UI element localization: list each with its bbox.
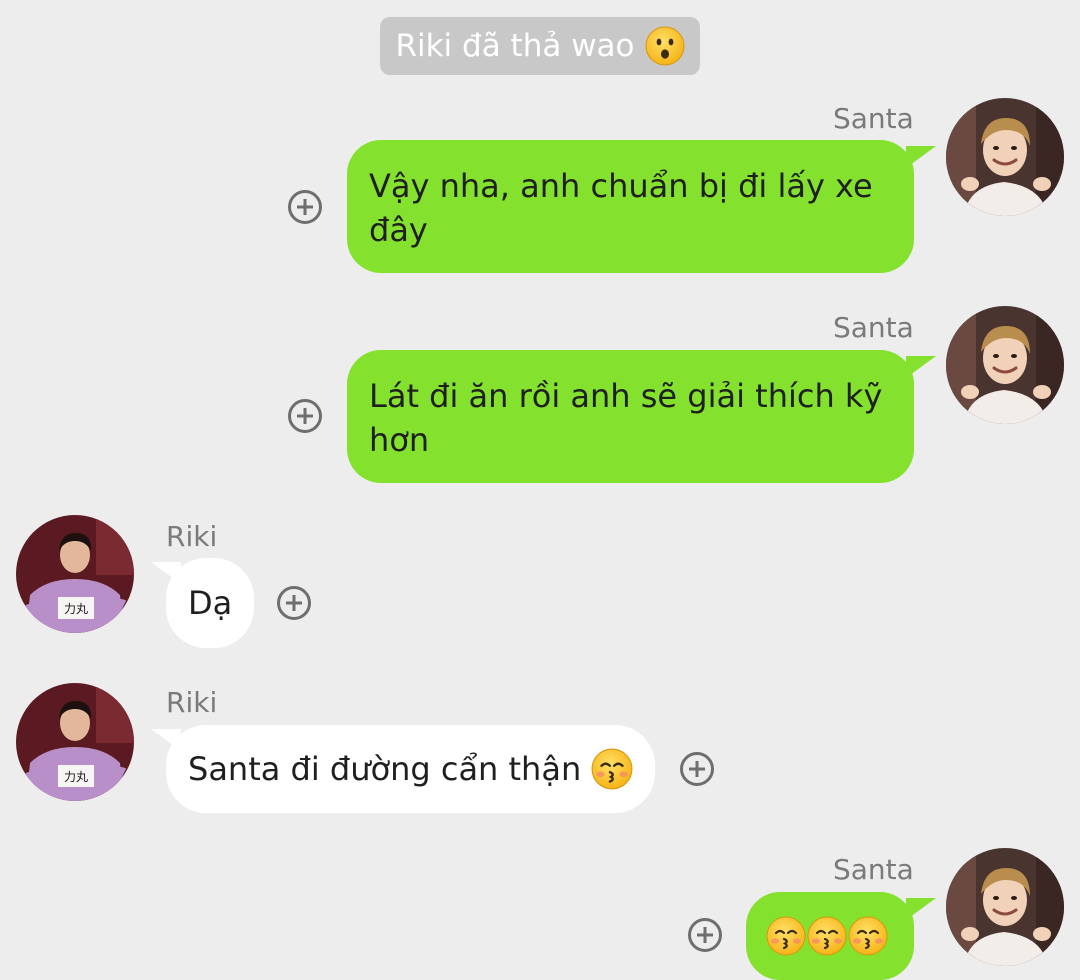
santa-avatar[interactable] <box>946 848 1064 966</box>
kissing-face-emoji-icon <box>766 916 806 956</box>
hushed-face-emoji-icon <box>645 26 685 66</box>
message-text: Dạ <box>188 584 233 622</box>
add-reaction-icon[interactable] <box>688 918 722 952</box>
kissing-face-emoji-icon <box>807 916 847 956</box>
bubble-tail <box>151 729 181 751</box>
sender-name: Riki <box>166 686 218 719</box>
bubble-tail <box>906 146 936 168</box>
reaction-notice-text: Riki đã thả wao <box>395 28 635 64</box>
sender-name: Santa <box>833 311 914 344</box>
add-reaction-icon[interactable] <box>288 399 322 433</box>
sender-name: Santa <box>833 853 914 886</box>
message-bubble-outgoing[interactable]: Vậy nha, anh chuẩn bị đi lấy xe đây <box>347 140 914 273</box>
bubble-tail <box>151 562 181 584</box>
add-reaction-icon[interactable] <box>288 190 322 224</box>
sender-name: Riki <box>166 520 218 553</box>
sender-name: Santa <box>833 102 914 135</box>
message-bubble-outgoing[interactable]: Lát đi ăn rồi anh sẽ giải thích kỹ hơn <box>347 350 914 483</box>
kissing-face-emoji-icon <box>591 748 633 790</box>
bubble-tail <box>906 356 936 378</box>
message-text: Santa đi đường cẩn thận <box>188 750 582 788</box>
kissing-face-emoji-icon <box>848 916 888 956</box>
add-reaction-icon[interactable] <box>680 752 714 786</box>
message-line: Lát đi ăn rồi anh sẽ giải thích kỹ <box>369 377 883 415</box>
bubble-tail <box>906 898 936 920</box>
reaction-notice: Riki đã thả wao <box>380 17 700 75</box>
santa-avatar[interactable] <box>946 98 1064 216</box>
message-line: Vậy nha, anh chuẩn bị đi lấy xe <box>369 167 873 205</box>
message-bubble-outgoing[interactable] <box>746 892 914 980</box>
message-line: đây <box>369 211 428 249</box>
santa-avatar[interactable] <box>946 306 1064 424</box>
add-reaction-icon[interactable] <box>277 586 311 620</box>
message-bubble-incoming[interactable]: Santa đi đường cẩn thận <box>166 725 656 813</box>
riki-avatar[interactable] <box>16 683 134 801</box>
message-line: hơn <box>369 421 430 459</box>
emoji-row <box>766 916 888 956</box>
riki-avatar[interactable] <box>16 515 134 633</box>
